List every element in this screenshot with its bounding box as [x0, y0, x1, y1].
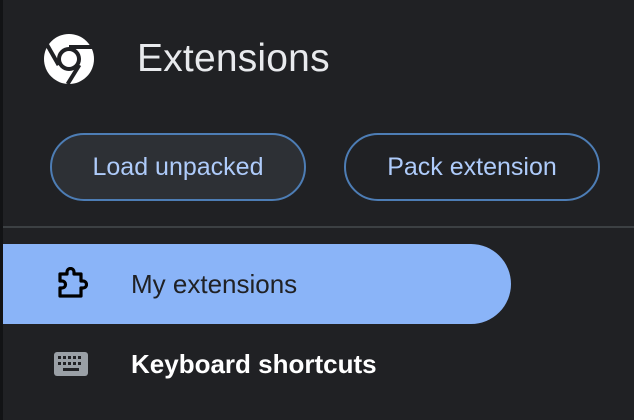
chrome-logo-icon — [43, 33, 95, 86]
pack-extension-button[interactable]: Pack extension — [344, 133, 600, 201]
sidebar-item-my-extensions[interactable]: My extensions — [3, 244, 511, 324]
load-unpacked-button[interactable]: Load unpacked — [50, 133, 306, 201]
divider — [3, 226, 634, 228]
page-title: Extensions — [137, 37, 330, 80]
sidebar-item-keyboard-shortcuts[interactable]: Keyboard shortcuts — [3, 324, 511, 404]
sidebar-item-label: My extensions — [131, 269, 298, 299]
extensions-page: Extensions Load unpacked Pack extension … — [0, 0, 634, 420]
puzzle-piece-icon — [51, 264, 91, 304]
sidebar-item-label: Keyboard shortcuts — [131, 349, 377, 379]
keyboard-icon — [51, 344, 91, 384]
